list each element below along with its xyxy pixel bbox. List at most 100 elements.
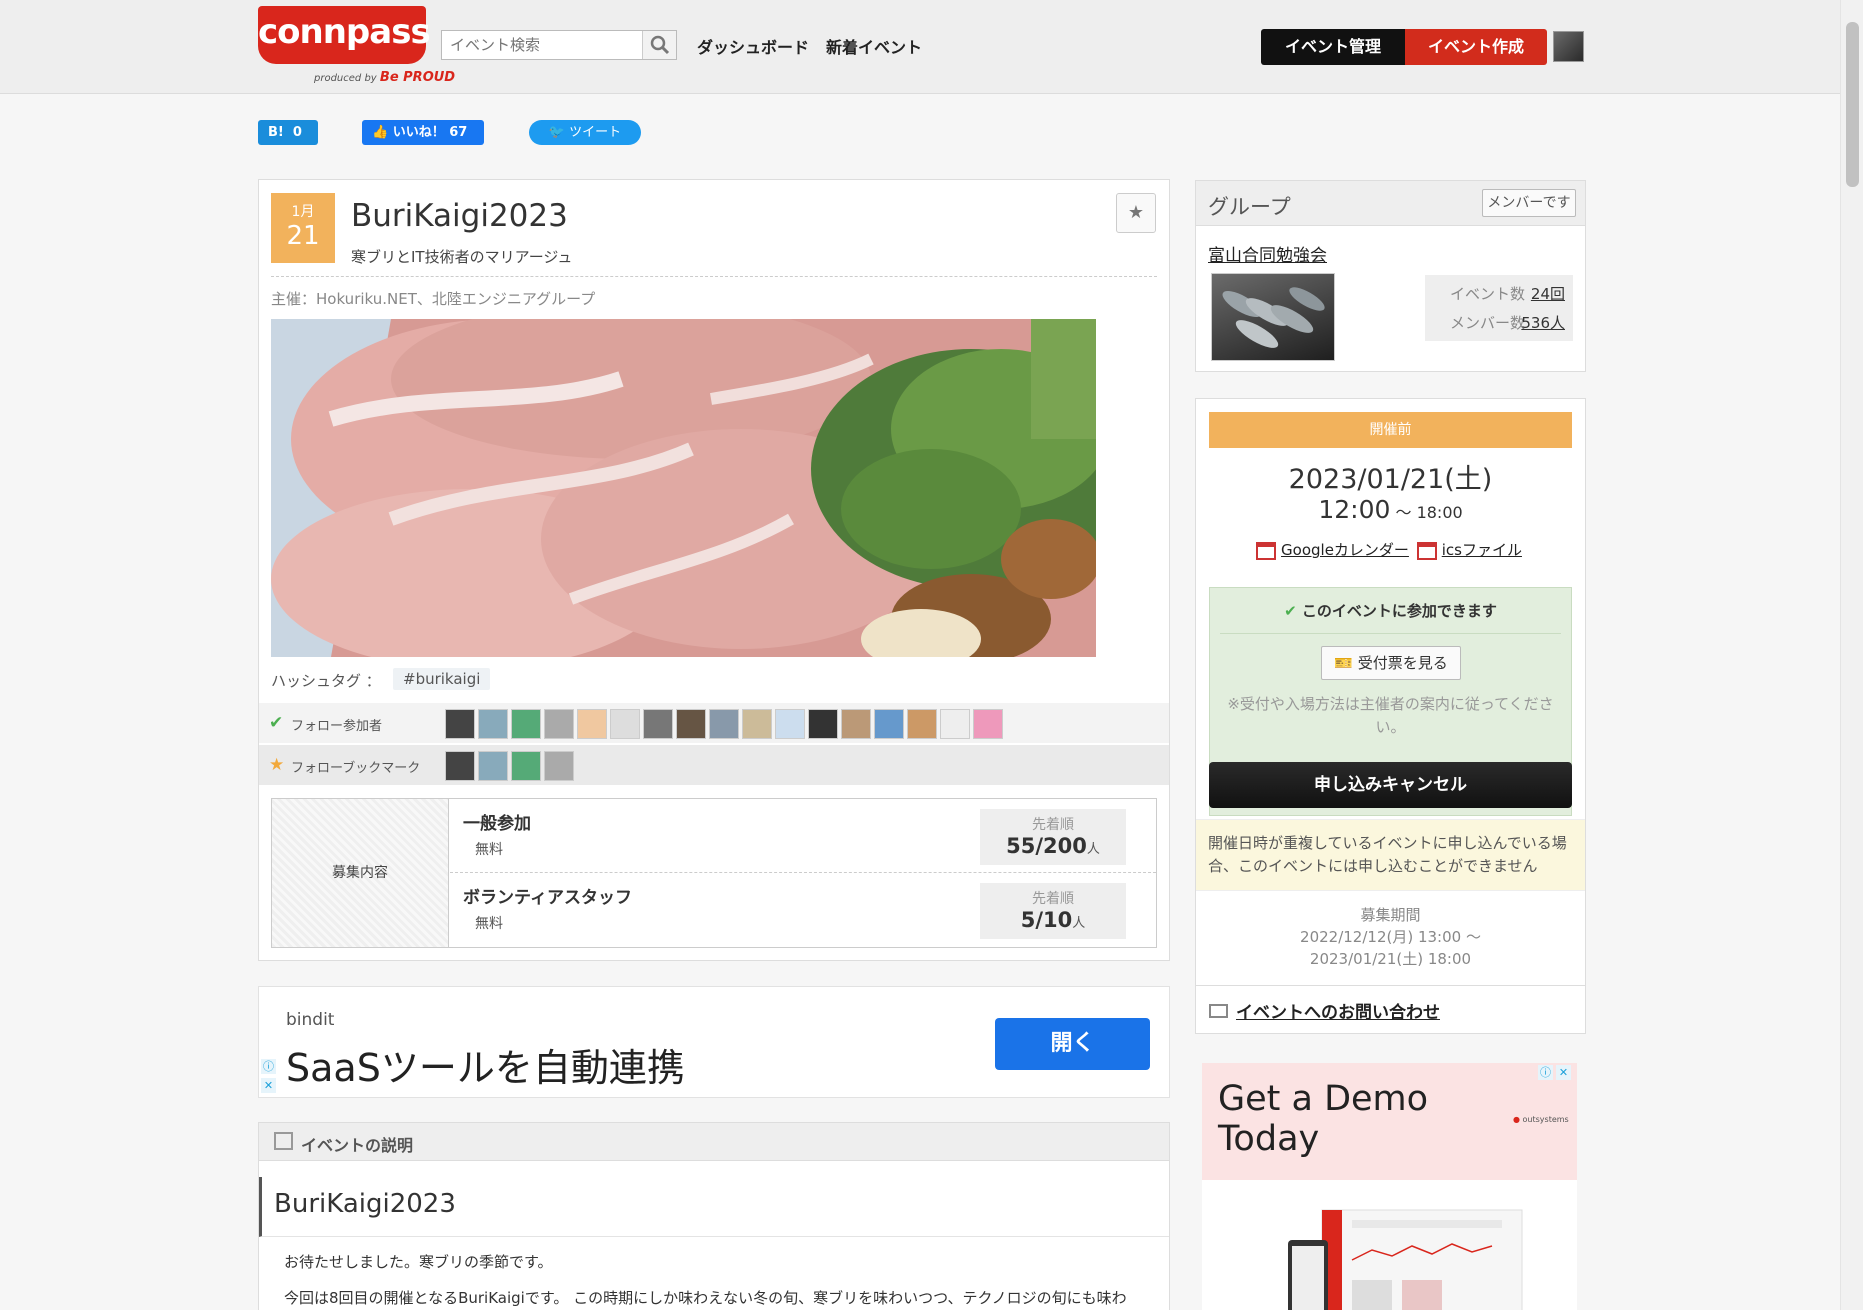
side-ad[interactable]: Get a Demo Today ● outsystems ⓘ ✕ xyxy=(1202,1063,1577,1310)
scrollbar-thumb[interactable] xyxy=(1846,22,1859,187)
group-header: グループ メンバーです xyxy=(1196,181,1585,226)
group-heading: グループ xyxy=(1208,195,1291,219)
fish-image xyxy=(1222,287,1325,348)
participant-avatar[interactable] xyxy=(808,709,838,739)
description-title: BuriKaigi2023 xyxy=(274,1189,456,1219)
bookmark-avatar[interactable] xyxy=(445,751,475,781)
twitter-bird-icon: 🐦 xyxy=(548,125,566,140)
recruit-row: ボランティアスタッフ 無料 先着順 5/10人 xyxy=(450,873,1156,947)
participant-avatar[interactable] xyxy=(907,709,937,739)
ad-info-icon[interactable]: ⓘ xyxy=(261,1059,276,1074)
contact-link[interactable]: イベントへのお問い合わせ xyxy=(1236,998,1440,1023)
hashtag-link[interactable]: #burikaigi xyxy=(393,668,491,690)
can-join-text: このイベントに参加できます xyxy=(1301,602,1497,620)
logo-produced-by: produced by Be PROUD xyxy=(314,70,455,85)
facebook-like-button[interactable]: 👍 いいね！ 67 xyxy=(362,120,484,145)
calendar-add-icon xyxy=(1256,541,1277,560)
group-members-value[interactable]: 536人 xyxy=(1521,312,1565,333)
participant-avatar[interactable] xyxy=(676,709,706,739)
participant-avatar[interactable] xyxy=(775,709,805,739)
participant-avatar[interactable] xyxy=(742,709,772,739)
participant-avatar[interactable] xyxy=(709,709,739,739)
participant-avatar[interactable] xyxy=(544,709,574,739)
ics-file-link[interactable]: icsファイル xyxy=(1442,541,1522,559)
follow-participants-avatars xyxy=(445,709,1006,739)
participant-avatar[interactable] xyxy=(511,709,541,739)
logo-text: connpass xyxy=(258,12,431,52)
participant-avatar[interactable] xyxy=(445,709,475,739)
can-join-title: ✔ このイベントに参加できます xyxy=(1210,600,1571,621)
event-date-badge: 1月 21 xyxy=(271,193,335,263)
group-panel: グループ メンバーです 富山合同勉強会 イベント数 24回 メンバー数 536人 xyxy=(1195,180,1586,372)
can-join-note: ※受付や入場方法は主催者の案内に従ってください。 xyxy=(1227,695,1554,736)
thumbs-up-icon: 👍 xyxy=(372,125,389,140)
recruit-name: ボランティアスタッフ xyxy=(463,888,632,908)
recruit-heading: 募集内容 xyxy=(272,799,449,947)
recruit-period: 募集期間 2022/12/12(月) 13:00 ～ 2023/01/21(土)… xyxy=(1196,904,1585,970)
follow-bookmark-row: ★ フォローブックマーク xyxy=(259,745,1169,785)
event-time: 12:00 ～ 18:00 xyxy=(1196,495,1585,524)
search-icon xyxy=(650,35,670,55)
member-badge[interactable]: メンバーです xyxy=(1482,189,1576,217)
nav-new-events[interactable]: 新着イベント xyxy=(826,34,922,58)
event-time-sep: ～ xyxy=(1390,503,1417,522)
nav-dashboard[interactable]: ダッシュボード xyxy=(697,34,809,58)
bookmark-star-button[interactable]: ★ xyxy=(1116,193,1156,233)
participant-avatar[interactable] xyxy=(874,709,904,739)
group-members-label: メンバー数 xyxy=(1449,314,1525,332)
participant-avatar[interactable] xyxy=(940,709,970,739)
event-subtitle: 寒ブリとIT技術者のマリアージュ xyxy=(351,248,573,266)
description-paragraph: 今回は8回目の開催となるBuriKaigiです。 この時期にしか味わえない冬の旬… xyxy=(284,1289,1127,1307)
ad-close-icon[interactable]: ✕ xyxy=(261,1078,276,1093)
recruit-price: 無料 xyxy=(475,916,503,932)
divider xyxy=(271,276,1157,277)
recruit-price: 無料 xyxy=(475,842,503,858)
group-events-value[interactable]: 24回 xyxy=(1531,283,1565,304)
hatena-bookmark-button[interactable]: B! 0 xyxy=(258,120,318,145)
cancel-registration-button[interactable]: 申し込みキャンセル xyxy=(1209,762,1572,808)
event-organizer: 主催：Hokuriku.NET、北陸エンジニアグループ xyxy=(271,290,596,308)
calendar-download-icon xyxy=(1416,541,1437,560)
participant-avatar[interactable] xyxy=(841,709,871,739)
group-image[interactable] xyxy=(1211,273,1335,361)
user-avatar[interactable] xyxy=(1553,31,1584,62)
participant-avatar[interactable] xyxy=(577,709,607,739)
connpass-logo[interactable]: connpass produced by Be PROUD xyxy=(258,6,455,86)
check-icon: ✔ xyxy=(269,713,284,733)
event-hero-image xyxy=(271,319,1096,657)
event-manage-button[interactable]: イベント管理 xyxy=(1261,29,1405,65)
check-icon: ✔ xyxy=(1284,602,1297,620)
event-month: 1月 xyxy=(291,204,315,220)
participant-avatar[interactable] xyxy=(643,709,673,739)
fb-like-count: 67 xyxy=(449,125,468,140)
participant-avatar[interactable] xyxy=(478,709,508,739)
recruit-order: 先着順 xyxy=(1032,817,1074,833)
search-button[interactable] xyxy=(642,31,676,59)
group-name-link[interactable]: 富山合同勉強会 xyxy=(1208,241,1327,266)
side-ad-brand: ● outsystems xyxy=(1513,1115,1569,1124)
event-create-button[interactable]: イベント作成 xyxy=(1405,29,1547,65)
description-title-block: BuriKaigi2023 xyxy=(259,1177,1169,1237)
bookmark-avatar[interactable] xyxy=(511,751,541,781)
search-input[interactable] xyxy=(442,31,642,59)
participant-avatar[interactable] xyxy=(610,709,640,739)
description-paragraph: お待たせしました。寒ブリの季節です。 xyxy=(284,1253,553,1271)
ad-open-button[interactable]: 開く xyxy=(995,1018,1150,1070)
ad-info-icon[interactable]: ⓘ xyxy=(1538,1065,1553,1080)
event-date: 2023/01/21(土) xyxy=(1288,464,1493,495)
ad-close-icon[interactable]: ✕ xyxy=(1556,1065,1571,1080)
ad-banner[interactable]: bindit SaaSツールを自動連携 開く ⓘ ✕ xyxy=(258,986,1170,1098)
hatena-count: 0 xyxy=(292,125,302,140)
tweet-button[interactable]: 🐦 ツイート xyxy=(529,120,641,145)
view-ticket-label: 受付票を見る xyxy=(1357,654,1448,672)
scrollbar[interactable] xyxy=(1840,0,1863,1310)
bookmark-avatar[interactable] xyxy=(478,751,508,781)
bookmark-avatar[interactable] xyxy=(544,751,574,781)
contact-row: イベントへのお問い合わせ xyxy=(1196,985,1585,1033)
event-day: 21 xyxy=(286,221,320,251)
google-calendar-link[interactable]: Googleカレンダー xyxy=(1281,541,1409,559)
outsystems-logo-icon: ● xyxy=(1513,1115,1520,1124)
view-ticket-button[interactable]: 🎫 受付票を見る xyxy=(1321,646,1461,680)
event-main-box: 1月 21 BuriKaigi2023 寒ブリとIT技術者のマリアージュ ★ 主… xyxy=(258,179,1170,961)
participant-avatar[interactable] xyxy=(973,709,1003,739)
